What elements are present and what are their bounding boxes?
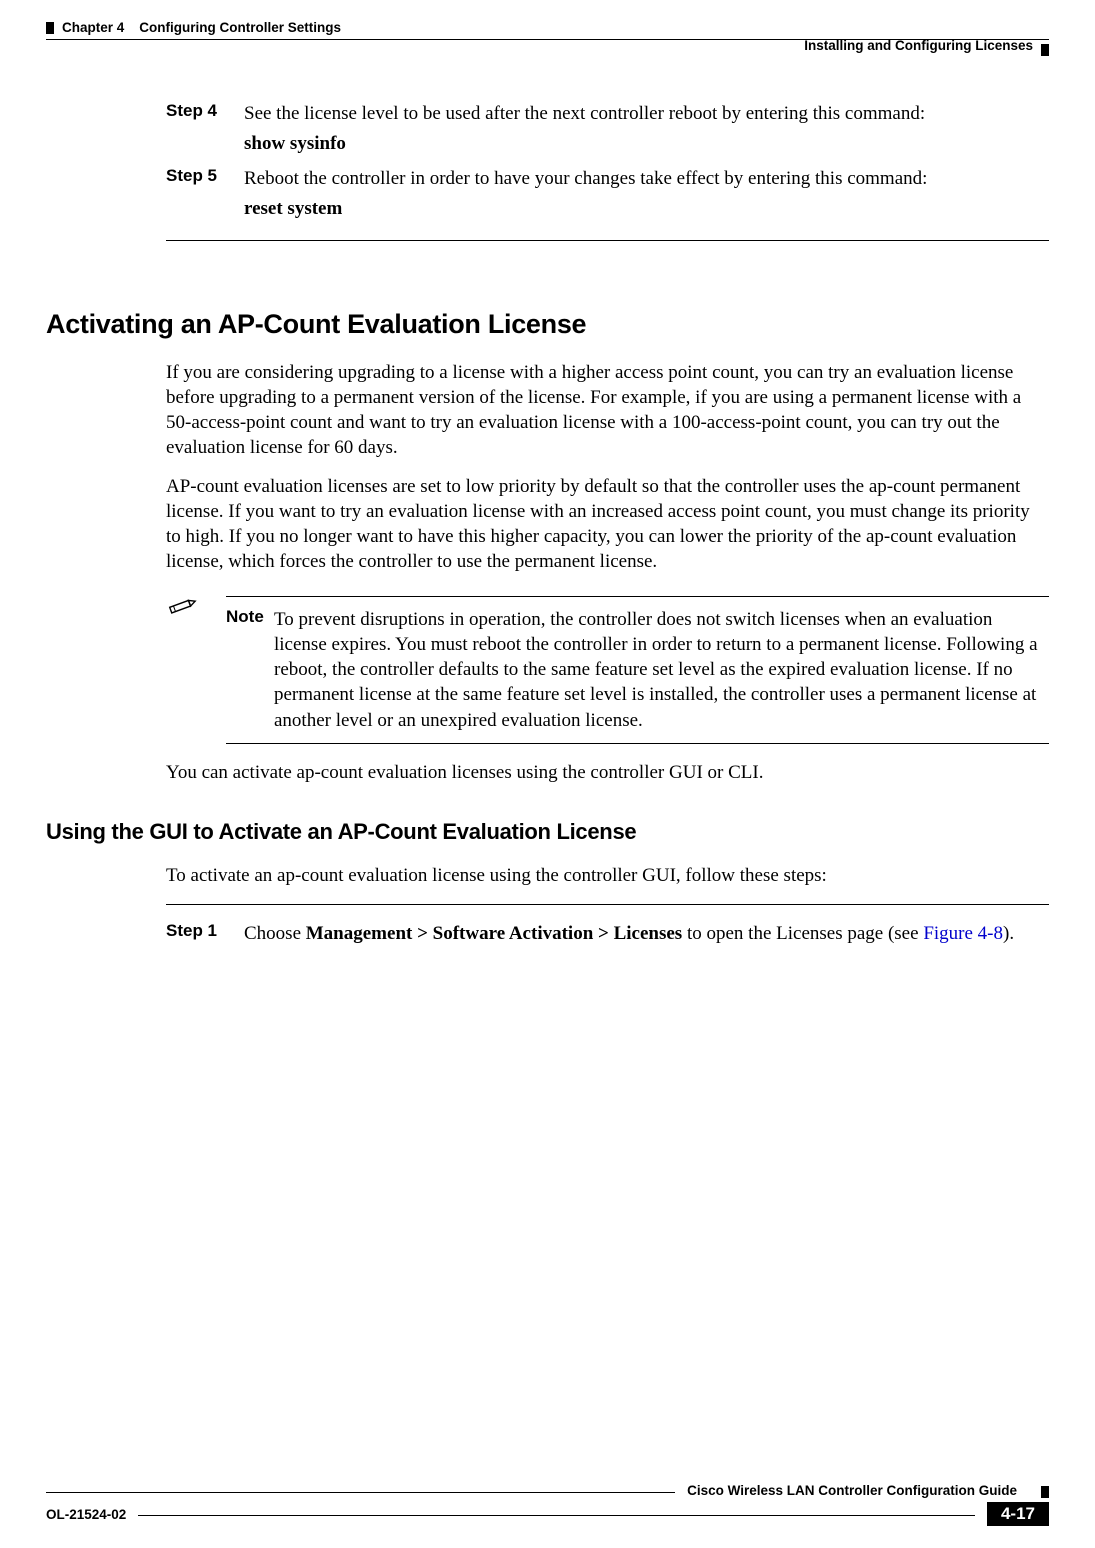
menu-path: Management > Software Activation > Licen… — [306, 923, 682, 944]
note-label: Note — [226, 607, 274, 732]
heading-1: Activating an AP-Count Evaluation Licens… — [46, 309, 1049, 340]
steps-end-rule — [166, 240, 1049, 241]
note-top-rule — [226, 596, 1049, 597]
pencil-icon — [166, 596, 226, 616]
header-section: Installing and Configuring Licenses — [804, 38, 1033, 53]
step-label: Step 5 — [166, 166, 244, 221]
note-text: To prevent disruptions in operation, the… — [274, 607, 1049, 732]
paragraph: If you are considering upgrading to a li… — [166, 360, 1049, 460]
paragraph: To activate an ap-count evaluation licen… — [166, 863, 1049, 888]
step-text-prefix: Choose — [244, 923, 306, 944]
step-text: Reboot the controller in order to have y… — [244, 166, 1049, 192]
page-number: 4-17 — [987, 1502, 1049, 1526]
footer-rule-top — [46, 1492, 675, 1493]
paragraph: You can activate ap-count evaluation lic… — [166, 760, 1049, 785]
note-bottom-rule — [226, 743, 1049, 744]
footer-guide-title: Cisco Wireless LAN Controller Configurat… — [687, 1483, 1017, 1498]
header-marker-right — [1041, 44, 1049, 56]
footer-doc-id: OL-21524-02 — [46, 1507, 126, 1522]
step-command: show sysinfo — [244, 131, 1049, 157]
step-command: reset system — [244, 196, 1049, 222]
step-text-suffix: ). — [1003, 923, 1014, 944]
step-label: Step 1 — [166, 921, 244, 947]
step-text-mid: to open the Licenses page (see — [682, 923, 923, 944]
steps-open-rule — [166, 904, 1049, 905]
step-text: See the license level to be used after t… — [244, 101, 1049, 127]
step-body: Choose Management > Software Activation … — [244, 921, 1049, 947]
footer-marker — [1041, 1486, 1049, 1498]
chapter-title: Configuring Controller Settings — [139, 20, 341, 35]
step-label: Step 4 — [166, 101, 244, 156]
footer-rule-bottom — [138, 1515, 975, 1516]
header-chapter: Chapter 4 Configuring Controller Setting… — [62, 20, 341, 35]
paragraph: AP-count evaluation licenses are set to … — [166, 474, 1049, 574]
figure-link[interactable]: Figure 4-8 — [923, 923, 1003, 944]
header-marker-left — [46, 22, 54, 34]
chapter-label: Chapter 4 — [62, 20, 124, 35]
heading-2: Using the GUI to Activate an AP-Count Ev… — [46, 819, 1049, 845]
